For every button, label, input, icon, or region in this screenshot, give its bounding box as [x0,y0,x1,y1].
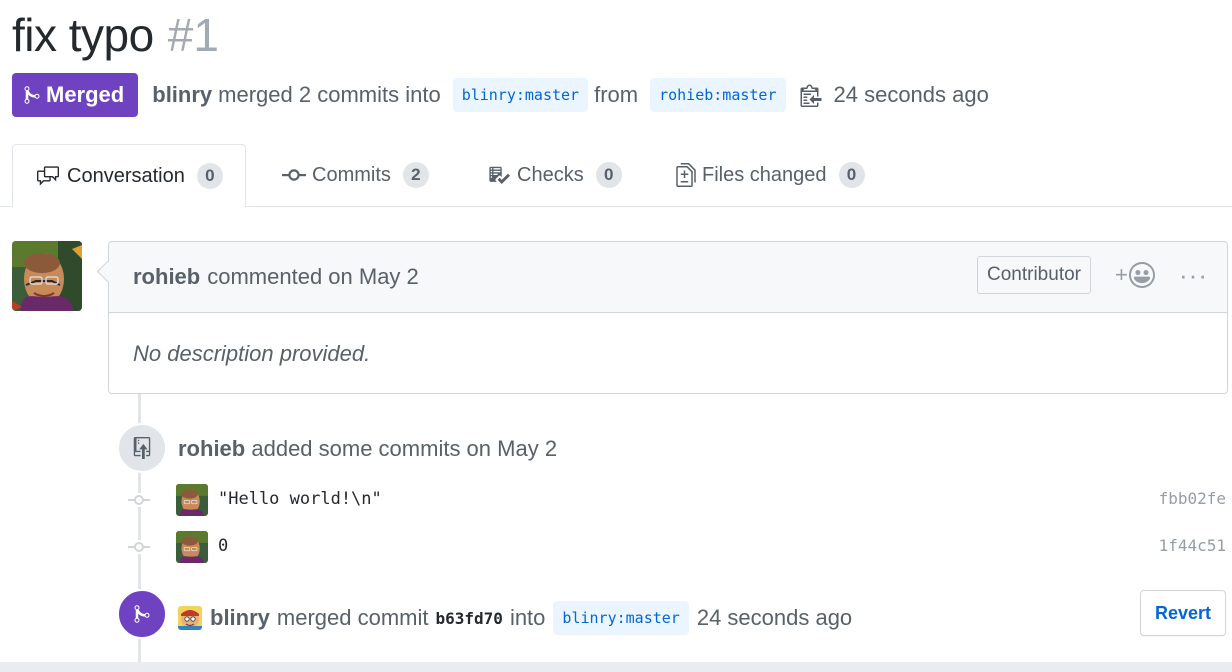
revert-button[interactable]: Revert [1140,590,1226,636]
comment-action-text[interactable]: commented on May 2 [207,264,419,290]
commit-message-link[interactable]: "Hello world!\n" [218,489,382,509]
diff-icon [676,163,696,187]
pr-meta: Merged blinry merged 2 commits into blin… [12,73,989,117]
merger-avatar[interactable] [178,606,202,630]
repo-push-icon [133,437,151,459]
git-commit-icon [127,540,151,554]
base-branch-label[interactable]: blinry:master [452,78,589,112]
comment-body: No description provided. [133,341,371,366]
commits-event-text: rohieb added some commits on May 2 [178,436,557,462]
tab-counter: 0 [595,162,622,188]
pr-number: #1 [167,9,219,61]
tab-counter: 0 [838,162,865,188]
merge-time: 24 seconds ago [696,605,853,630]
commit-row: 0 1f44c51 [0,531,1232,563]
comment-box: rohieb commented on May 2 Contributor + … [108,241,1228,394]
commit-message-link[interactable]: 0 [218,536,228,556]
checklist-icon [487,164,511,186]
tab-label: Conversation [67,164,185,187]
git-commit-icon [127,493,151,507]
git-commit-icon [282,168,306,182]
merged-time: 24 seconds ago [833,82,989,107]
commits-event-desc: added some commits on May 2 [251,436,558,461]
comment-author-link[interactable]: rohieb [133,264,200,290]
merge-author-link[interactable]: blinry [210,605,270,631]
commits-event-author[interactable]: rohieb [178,436,245,461]
tab-commits[interactable]: Commits 2 [282,144,429,206]
commit-sha-link[interactable]: fbb02fe [1159,489,1226,508]
commit-author-avatar[interactable] [176,531,208,563]
comment-options-button[interactable]: ··· [1179,260,1208,291]
tab-checks[interactable]: Checks 0 [487,144,622,206]
tab-counter: 2 [402,162,429,188]
merge-branch-label[interactable]: blinry:master [553,601,689,635]
commenter-avatar[interactable] [12,241,82,311]
tab-conversation[interactable]: Conversation 0 [12,144,246,208]
pr-tabs: Conversation 0 Commits 2 Checks 0 Files … [0,144,1232,208]
tab-label: Files changed [702,163,827,186]
commit-row: "Hello world!\n" fbb02fe [0,484,1232,516]
merge-commit-sha-link[interactable]: b63fd70 [436,609,503,628]
merge-event-text: blinry merged commit b63fd70 into blinry… [178,600,852,636]
add-reaction-button[interactable]: + [1115,262,1155,288]
smiley-icon [1128,262,1155,288]
pr-title: fix typo [12,9,154,61]
timeline-bottom-divider [0,662,1232,672]
merge-text-1: merged commit [276,605,429,630]
commits-event-badge [117,423,167,473]
plus-text: + [1115,262,1128,287]
merge-text-2: into [509,605,546,630]
state-label: Merged [46,82,125,107]
clippy-copy-icon[interactable] [800,83,822,107]
from-text: from [594,82,639,107]
commit-author-avatar[interactable] [176,484,208,516]
pr-title-row: fix typo #1 [12,8,219,66]
comment-discussion-icon [35,165,61,187]
tab-label: Commits [312,163,391,186]
head-branch-label[interactable]: rohieb:master [650,78,786,112]
tab-counter: 0 [196,163,223,189]
contributor-label: Contributor [977,256,1091,294]
comment-header: rohieb commented on May 2 Contributor + … [109,242,1227,313]
merger-author-link[interactable]: blinry [152,82,212,108]
tab-label: Checks [517,163,584,186]
git-merge-icon [24,86,40,104]
tab-files-changed[interactable]: Files changed 0 [676,144,865,206]
merged-state-badge: Merged [12,73,139,117]
merge-event-badge [117,589,167,639]
commit-sha-link[interactable]: 1f44c51 [1159,536,1226,555]
merged-commits-text: merged 2 commits into [218,82,441,107]
git-merge-icon [134,605,150,623]
